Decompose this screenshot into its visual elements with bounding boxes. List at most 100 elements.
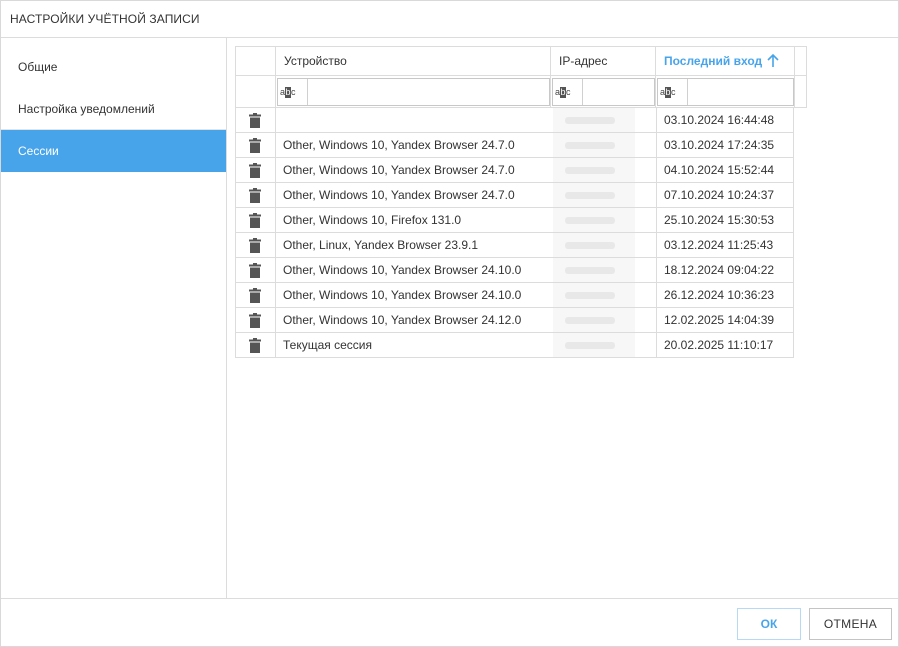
- redacted-ip: [565, 242, 615, 249]
- cancel-button[interactable]: ОТМЕНА: [809, 608, 892, 640]
- delete-session-button[interactable]: [236, 308, 275, 332]
- delete-session-button[interactable]: [236, 233, 275, 257]
- device-filter-input[interactable]: abc: [277, 78, 550, 106]
- cell-divider: [275, 283, 276, 307]
- delete-session-button[interactable]: [236, 333, 275, 357]
- session-row: Other, Windows 10, Yandex Browser 24.12.…: [235, 308, 794, 333]
- cell-divider: [275, 308, 276, 332]
- settings-sidebar: Общие Настройка уведомлений Сессии: [1, 38, 227, 598]
- last-login-filter-input[interactable]: abc: [657, 78, 794, 106]
- redacted-ip: [565, 192, 615, 199]
- session-device: Other, Windows 10, Yandex Browser 24.7.0: [283, 138, 515, 152]
- dialog-title: НАСТРОЙКИ УЧЁТНОЙ ЗАПИСИ: [10, 12, 200, 26]
- column-header-label: Последний вход: [664, 54, 763, 68]
- trash-icon[interactable]: [249, 163, 261, 178]
- trash-icon[interactable]: [249, 238, 261, 253]
- session-device: Other, Windows 10, Yandex Browser 24.12.…: [283, 313, 522, 327]
- sort-ascending-icon: [767, 54, 779, 67]
- session-row: Other, Windows 10, Yandex Browser 24.10.…: [235, 258, 794, 283]
- session-last-login: 20.02.2025 11:10:17: [656, 333, 794, 357]
- session-row: Other, Windows 10, Yandex Browser 24.7.0…: [235, 158, 794, 183]
- redacted-ip: [565, 317, 615, 324]
- session-ip-redacted: [553, 333, 635, 357]
- session-ip-redacted: [553, 108, 635, 132]
- trash-icon[interactable]: [249, 113, 261, 128]
- abc-filter-icon[interactable]: abc: [660, 85, 686, 100]
- sidebar-item-sessions[interactable]: Сессии: [1, 130, 226, 172]
- grid-header: Устройство IP-адрес Последний вход abc a…: [235, 46, 808, 108]
- redacted-ip: [565, 117, 615, 124]
- delete-session-button[interactable]: [236, 133, 275, 157]
- session-row: 03.10.2024 16:44:48: [235, 108, 794, 133]
- session-ip-redacted: [553, 158, 635, 182]
- sidebar-item-general[interactable]: Общие: [1, 46, 226, 88]
- filter-cell-last-login: abc: [655, 75, 795, 108]
- session-ip-redacted: [553, 283, 635, 307]
- ip-filter-input[interactable]: abc: [552, 78, 655, 106]
- session-row: Other, Windows 10, Yandex Browser 24.7.0…: [235, 183, 794, 208]
- redacted-ip: [565, 167, 615, 174]
- session-device: Текущая сессия: [283, 338, 372, 352]
- sidebar-item-label: Настройка уведомлений: [18, 102, 155, 116]
- column-header-label: Устройство: [284, 54, 347, 68]
- session-last-login: 25.10.2024 15:30:53: [656, 208, 794, 232]
- filter-cell-device: abc: [275, 75, 551, 108]
- column-header-spacer: [794, 46, 807, 76]
- trash-icon[interactable]: [249, 138, 261, 153]
- session-row: Other, Windows 10, Yandex Browser 24.7.0…: [235, 133, 794, 158]
- delete-session-button[interactable]: [236, 283, 275, 307]
- column-header-actions: [235, 46, 275, 76]
- dialog-footer: ОК ОТМЕНА: [1, 598, 898, 646]
- cell-divider: [275, 158, 276, 182]
- delete-session-button[interactable]: [236, 108, 275, 132]
- trash-icon[interactable]: [249, 263, 261, 278]
- cell-divider: [275, 133, 276, 157]
- sidebar-item-notifications[interactable]: Настройка уведомлений: [1, 88, 226, 130]
- abc-filter-icon[interactable]: abc: [555, 85, 581, 100]
- sidebar-item-label: Общие: [18, 60, 58, 74]
- trash-icon[interactable]: [249, 288, 261, 303]
- trash-icon[interactable]: [249, 313, 261, 328]
- trash-icon[interactable]: [249, 188, 261, 203]
- column-header-ip[interactable]: IP-адрес: [550, 46, 656, 76]
- filter-cell-actions: [235, 75, 275, 108]
- session-row: Текущая сессия 20.02.2025 11:10:17: [235, 333, 794, 358]
- filter-cell-spacer: [794, 75, 807, 108]
- session-last-login: 18.12.2024 09:04:22: [656, 258, 794, 282]
- session-last-login: 12.02.2025 14:04:39: [656, 308, 794, 332]
- sessions-panel: Устройство IP-адрес Последний вход abc a…: [227, 38, 898, 598]
- ok-button[interactable]: ОК: [737, 608, 801, 640]
- account-settings-dialog: НАСТРОЙКИ УЧЁТНОЙ ЗАПИСИ Общие Настройка…: [0, 0, 899, 647]
- session-ip-redacted: [553, 233, 635, 257]
- column-header-device[interactable]: Устройство: [275, 46, 551, 76]
- session-row: Other, Windows 10, Firefox 131.0 25.10.2…: [235, 208, 794, 233]
- filter-cell-ip: abc: [550, 75, 656, 108]
- cell-divider: [275, 108, 276, 132]
- redacted-ip: [565, 342, 615, 349]
- abc-filter-icon[interactable]: abc: [280, 85, 306, 100]
- redacted-ip: [565, 217, 615, 224]
- session-device: [283, 108, 551, 132]
- session-last-login: 03.10.2024 16:44:48: [656, 108, 794, 132]
- session-row: Other, Windows 10, Yandex Browser 24.10.…: [235, 283, 794, 308]
- cell-divider: [275, 333, 276, 357]
- delete-session-button[interactable]: [236, 158, 275, 182]
- filter-divider: [307, 79, 308, 105]
- session-ip-redacted: [553, 183, 635, 207]
- delete-session-button[interactable]: [236, 183, 275, 207]
- redacted-ip: [565, 267, 615, 274]
- session-ip-redacted: [553, 308, 635, 332]
- delete-session-button[interactable]: [236, 258, 275, 282]
- session-device: Other, Windows 10, Yandex Browser 24.7.0: [283, 188, 515, 202]
- trash-icon[interactable]: [249, 338, 261, 353]
- column-header-last-login[interactable]: Последний вход: [655, 46, 795, 76]
- redacted-ip: [565, 142, 615, 149]
- trash-icon[interactable]: [249, 213, 261, 228]
- session-device: Other, Windows 10, Yandex Browser 24.7.0: [283, 163, 515, 177]
- session-row: Other, Linux, Yandex Browser 23.9.1 03.1…: [235, 233, 794, 258]
- filter-divider: [687, 79, 688, 105]
- session-ip-redacted: [553, 208, 635, 232]
- redacted-ip: [565, 292, 615, 299]
- session-last-login: 26.12.2024 10:36:23: [656, 283, 794, 307]
- delete-session-button[interactable]: [236, 208, 275, 232]
